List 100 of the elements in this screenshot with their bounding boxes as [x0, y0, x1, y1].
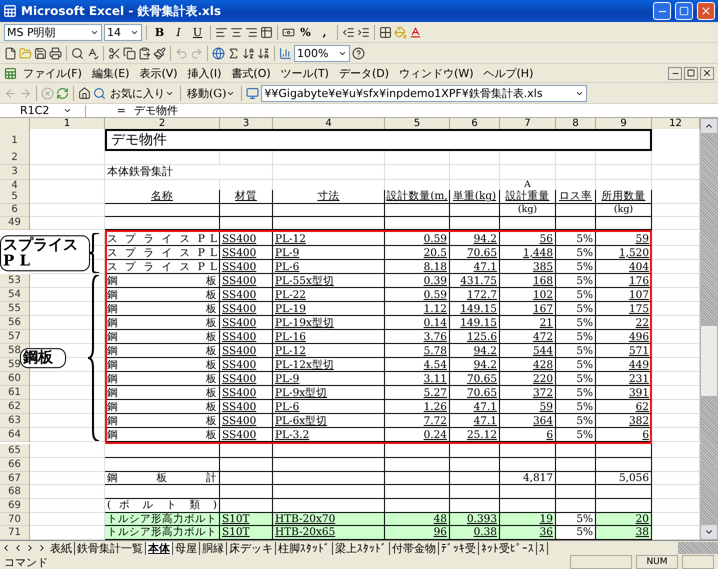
- sheet-tab[interactable]: 床デッキ: [227, 542, 276, 554]
- column-header: ロス率: [556, 190, 596, 204]
- horizontal-scrollbar[interactable]: [678, 542, 718, 554]
- search-icon[interactable]: [93, 86, 106, 100]
- sheet-tab[interactable]: 本体: [146, 542, 173, 554]
- table-cell: 5%: [556, 386, 596, 400]
- paste-icon[interactable]: [138, 46, 151, 60]
- table-cell: PL-3.2: [273, 428, 385, 442]
- column-letter[interactable]: 4: [273, 118, 385, 130]
- sort-ascending-icon[interactable]: [242, 46, 255, 60]
- sheet-tab[interactable]: ｽ: [537, 542, 548, 554]
- indent-decrease-icon[interactable]: [342, 26, 355, 38]
- table-cell: PL-9: [273, 372, 385, 386]
- sheet-tab[interactable]: 柱脚ｽﾀｯﾄﾞ: [276, 542, 333, 554]
- menu-item[interactable]: 表示(V): [135, 66, 182, 80]
- sort-descending-icon[interactable]: [257, 46, 270, 60]
- style-button[interactable]: B: [151, 24, 168, 40]
- column-letter[interactable]: 2: [105, 118, 220, 130]
- row-number: 2: [0, 151, 30, 165]
- monitor-icon[interactable]: [246, 86, 260, 100]
- table-cell: ス プ ラ イ ス P L: [105, 246, 220, 260]
- zoom-field[interactable]: 100%: [294, 44, 350, 62]
- menu-item[interactable]: ヘルプ(H): [480, 66, 538, 80]
- sheet-tab[interactable]: ﾃﾞｯｷ受: [439, 542, 479, 554]
- row-number: 60: [0, 372, 30, 386]
- table-cell: PL-55x型切: [273, 274, 385, 288]
- sheet-tab[interactable]: 付帯金物: [390, 542, 439, 554]
- table-cell: PL-9: [273, 246, 385, 260]
- style-button[interactable]: U: [189, 24, 206, 40]
- merge-cells-icon[interactable]: [260, 26, 273, 38]
- menu-item[interactable]: ウィンドウ(W): [395, 66, 478, 80]
- fill-color-icon[interactable]: [394, 26, 407, 38]
- minimize-button[interactable]: [668, 66, 682, 80]
- table-cell: 428: [500, 358, 556, 372]
- table-cell: 0.59: [385, 232, 450, 246]
- column-letter[interactable]: 6: [450, 118, 500, 130]
- chart-icon[interactable]: [279, 46, 292, 60]
- close-button[interactable]: [700, 66, 714, 80]
- borders-icon[interactable]: [379, 26, 392, 38]
- number-format-button[interactable]: %: [297, 24, 314, 40]
- restore-button[interactable]: [684, 66, 698, 80]
- table-cell: 5,056: [596, 472, 652, 486]
- menu-item[interactable]: 書式(O): [227, 66, 275, 80]
- new-file-icon[interactable]: [4, 46, 17, 60]
- align-left-icon[interactable]: [215, 26, 228, 38]
- scrollbar-thumb[interactable]: [700, 324, 718, 397]
- sheet-tab[interactable]: 梁上ｽﾀｯﾄﾞ: [333, 542, 390, 554]
- table-cell: 59: [500, 400, 556, 414]
- go-button[interactable]: 移動(G): [185, 84, 238, 102]
- column-letter[interactable]: 7: [500, 118, 556, 130]
- column-letter[interactable]: 12: [652, 118, 700, 130]
- table-cell: 0.393: [450, 512, 500, 526]
- format-painter-icon[interactable]: [153, 46, 166, 60]
- refresh-icon[interactable]: [56, 86, 69, 100]
- font-color-icon[interactable]: [409, 26, 422, 38]
- indent-increase-icon[interactable]: [357, 26, 370, 38]
- hyperlink-icon[interactable]: [212, 46, 225, 60]
- row-number: 57: [0, 330, 30, 344]
- table-cell: 1,448: [500, 246, 556, 260]
- font-size-field[interactable]: 14: [104, 24, 142, 40]
- menu-item[interactable]: 挿入(I): [184, 66, 226, 80]
- address-field[interactable]: ¥¥Gigabyte¥e¥u¥sfx¥inpdemo1XPF¥鉄骨集計表.xls: [261, 84, 588, 102]
- name-box[interactable]: R1C2: [0, 104, 86, 116]
- formula-field[interactable]: デモ物件: [134, 103, 178, 118]
- spell-check-icon[interactable]: [86, 46, 99, 60]
- font-name-field[interactable]: MS P明朝: [4, 24, 102, 40]
- table-cell: SS400: [220, 400, 273, 414]
- copy-icon[interactable]: [123, 46, 136, 60]
- sheet-tab[interactable]: 表紙: [48, 542, 75, 554]
- sum-icon[interactable]: [227, 46, 240, 60]
- align-right-icon[interactable]: [245, 26, 258, 38]
- column-letter[interactable]: 8: [556, 118, 596, 130]
- sheet-tab[interactable]: 胴縁: [200, 542, 227, 554]
- workbook-icon[interactable]: [4, 66, 17, 80]
- menu-item[interactable]: ファイル(F): [19, 66, 86, 80]
- number-format-button[interactable]: ,: [316, 24, 333, 40]
- align-center-icon[interactable]: [230, 26, 243, 38]
- save-icon[interactable]: [34, 46, 47, 60]
- table-cell: 鋼 板: [105, 400, 220, 414]
- column-letter[interactable]: 5: [385, 118, 450, 130]
- menu-item[interactable]: データ(D): [334, 66, 394, 80]
- maximize-button[interactable]: [675, 2, 693, 20]
- table-cell: 0.24: [385, 428, 450, 442]
- row-number: 56: [0, 316, 30, 330]
- print-icon[interactable]: [49, 46, 62, 60]
- help-icon[interactable]: [352, 46, 365, 60]
- table-cell: 385: [500, 260, 556, 274]
- favorites-button[interactable]: お気に入り: [108, 84, 176, 102]
- column-letter[interactable]: 3: [220, 118, 273, 130]
- menu-item[interactable]: ツール(T): [276, 66, 333, 80]
- sheet-tab[interactable]: 母屋: [173, 542, 200, 554]
- cut-icon[interactable]: [108, 46, 121, 60]
- menu-item[interactable]: 編集(E): [88, 66, 134, 80]
- print-preview-icon[interactable]: [71, 46, 84, 60]
- column-letter[interactable]: 9: [596, 118, 652, 130]
- table-cell: 5%: [556, 302, 596, 316]
- home-icon[interactable]: [78, 86, 91, 100]
- sheet-tab[interactable]: ﾈｯﾄ受ﾋﾟｰｽ: [479, 542, 537, 554]
- column-letter[interactable]: 1: [30, 118, 105, 130]
- style-button[interactable]: I: [170, 24, 187, 40]
